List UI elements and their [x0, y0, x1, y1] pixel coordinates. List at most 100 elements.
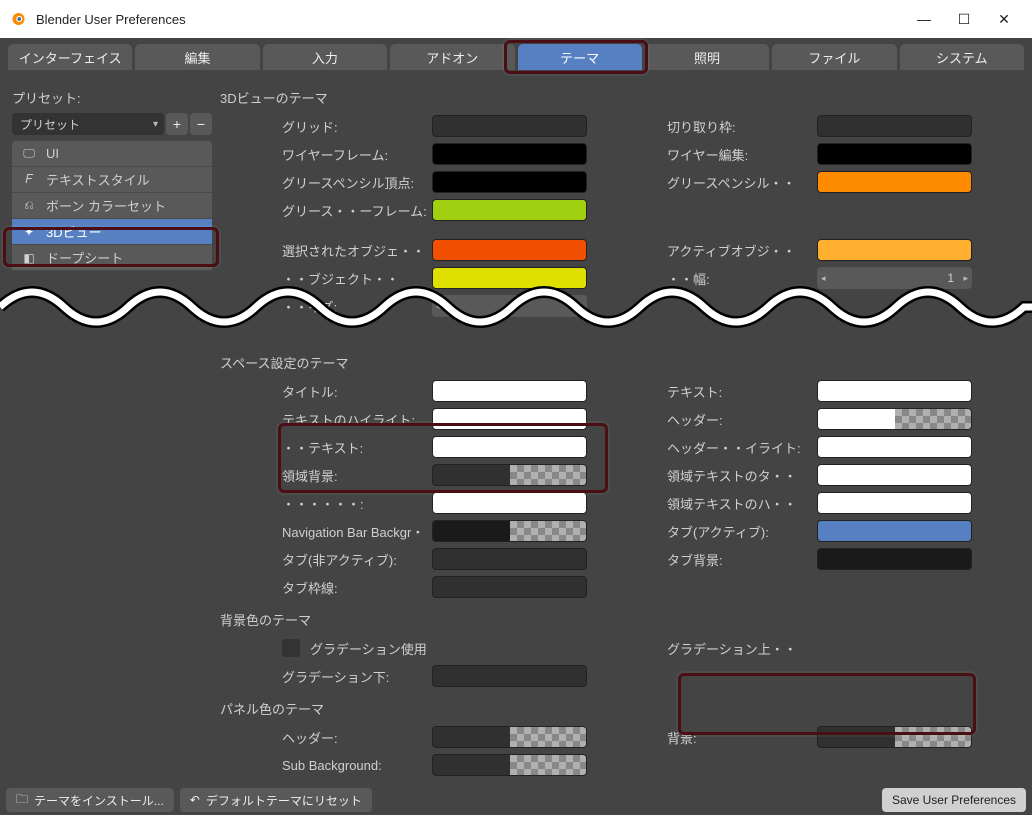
- color-swatch[interactable]: [432, 239, 587, 261]
- color-swatch[interactable]: [432, 492, 587, 514]
- setting-label: タブ背景:: [667, 550, 813, 569]
- setting-label: 切り取り枠:: [667, 117, 813, 136]
- setting-row: グリースペンシル・・: [667, 169, 1022, 195]
- category-bone-color[interactable]: ⎌ボーン カラーセット: [12, 193, 212, 219]
- section-bg-color: 背景色のテーマ: [218, 610, 1022, 629]
- setting-label: テキスト:: [667, 382, 813, 401]
- color-swatch[interactable]: [432, 464, 587, 486]
- category-ui[interactable]: 🖵UI: [12, 141, 212, 167]
- color-swatch[interactable]: [432, 143, 587, 165]
- setting-label: 背景:: [667, 728, 813, 747]
- color-swatch[interactable]: [432, 520, 587, 542]
- category-dopesheet[interactable]: ◧ドープシート: [12, 245, 212, 271]
- color-swatch[interactable]: [432, 171, 587, 193]
- window-title: Blender User Preferences: [36, 12, 904, 27]
- preset-add-button[interactable]: +: [166, 113, 188, 135]
- setting-row: ヘッダー・・イライト:: [667, 434, 1022, 460]
- tab-file[interactable]: ファイル: [772, 44, 896, 70]
- tab-input[interactable]: 入力: [263, 44, 387, 70]
- setting-label: グラデーション下:: [282, 667, 428, 686]
- setting-row: アクティブオブジ・・: [667, 237, 1022, 263]
- reset-theme-button[interactable]: ↶デフォルトテーマにリセット: [180, 788, 372, 812]
- color-swatch[interactable]: [817, 637, 972, 659]
- setting-row: テキスト:: [667, 378, 1022, 404]
- setting-row: グラデーション上・・: [667, 635, 1022, 661]
- color-swatch[interactable]: [432, 267, 587, 289]
- color-swatch[interactable]: [817, 380, 972, 402]
- setting-row: 切り取り枠:: [667, 113, 1022, 139]
- color-swatch[interactable]: [817, 548, 972, 570]
- setting-row: ・・幅:1: [667, 265, 1022, 291]
- setting-label: ヘッダー・・イライト:: [667, 438, 813, 457]
- setting-row: タブ背景:: [667, 546, 1022, 572]
- setting-row: ・・・・・・:: [282, 490, 637, 516]
- category-3d-view[interactable]: ✦3Dビュー: [12, 219, 212, 245]
- tab-themes[interactable]: テーマ: [518, 44, 642, 70]
- number-field[interactable]: 1: [817, 267, 972, 289]
- setting-row: 領域テキストのタ・・: [667, 462, 1022, 488]
- section-panel-color: パネル色のテーマ: [218, 699, 1022, 718]
- setting-row: 選択されたオブジェ・・: [282, 237, 637, 263]
- setting-label: テキストのハイライト:: [282, 410, 428, 429]
- bone-icon: ⎌: [20, 197, 38, 215]
- titlebar: Blender User Preferences — ☐ ✕: [0, 0, 1032, 38]
- setting-label: ・・ブジェクト・・: [282, 269, 428, 288]
- color-swatch[interactable]: [432, 436, 587, 458]
- color-swatch[interactable]: [817, 143, 972, 165]
- setting-label: グラデーション使用: [310, 639, 427, 658]
- color-swatch[interactable]: [817, 726, 972, 748]
- main-tabs: インターフェイス 編集 入力 アドオン テーマ 照明 ファイル システム: [0, 38, 1032, 70]
- color-swatch[interactable]: [432, 199, 587, 221]
- color-swatch[interactable]: [432, 380, 587, 402]
- setting-row: ・・イズ:: [282, 293, 637, 319]
- bottom-bar: 🗀テーマをインストール... ↶デフォルトテーマにリセット Save User …: [0, 785, 1032, 815]
- undo-icon: ↶: [190, 793, 200, 807]
- color-swatch[interactable]: [817, 408, 972, 430]
- monitor-icon: 🖵: [20, 145, 38, 163]
- setting-row: 領域テキストのハ・・: [667, 490, 1022, 516]
- color-swatch[interactable]: [817, 492, 972, 514]
- checkbox[interactable]: [282, 639, 300, 657]
- maximize-button[interactable]: ☐: [944, 4, 984, 34]
- color-swatch[interactable]: [432, 548, 587, 570]
- setting-row: グリース・・ーフレーム:: [282, 197, 637, 223]
- color-swatch[interactable]: [432, 726, 587, 748]
- preset-remove-button[interactable]: −: [190, 113, 212, 135]
- color-swatch[interactable]: [817, 171, 972, 193]
- setting-label: タブ(アクティブ):: [667, 522, 813, 541]
- category-text-style[interactable]: 𝐹テキストスタイル: [12, 167, 212, 193]
- section-space-settings: スペース設定のテーマ: [218, 353, 1022, 372]
- color-swatch[interactable]: [817, 239, 972, 261]
- setting-row: ヘッダー:: [282, 724, 637, 750]
- setting-row: グリッド:: [282, 113, 637, 139]
- tab-system[interactable]: システム: [900, 44, 1024, 70]
- color-swatch[interactable]: [432, 408, 587, 430]
- tab-addons[interactable]: アドオン: [390, 44, 514, 70]
- setting-label: ヘッダー:: [667, 410, 813, 429]
- setting-row: タブ(非アクティブ):: [282, 546, 637, 572]
- color-swatch[interactable]: [817, 115, 972, 137]
- color-swatch[interactable]: [432, 754, 587, 776]
- minimize-button[interactable]: —: [904, 4, 944, 34]
- preset-select[interactable]: プリセット: [12, 113, 164, 135]
- setting-row: Navigation Bar Backgr・・: [282, 518, 637, 544]
- setting-row: グラデーション使用: [282, 635, 637, 661]
- color-swatch[interactable]: [817, 520, 972, 542]
- color-swatch[interactable]: [432, 115, 587, 137]
- tab-lights[interactable]: 照明: [645, 44, 769, 70]
- save-prefs-button[interactable]: Save User Preferences: [882, 788, 1026, 812]
- color-swatch[interactable]: [817, 436, 972, 458]
- setting-row: グリースペンシル頂点:: [282, 169, 637, 195]
- close-button[interactable]: ✕: [984, 4, 1024, 34]
- font-icon: 𝐹: [20, 171, 38, 189]
- number-field[interactable]: [432, 295, 587, 317]
- setting-label: ・・幅:: [667, 269, 813, 288]
- tab-interface[interactable]: インターフェイス: [8, 44, 132, 70]
- color-swatch[interactable]: [432, 576, 587, 598]
- install-theme-button[interactable]: 🗀テーマをインストール...: [6, 788, 174, 812]
- color-swatch[interactable]: [817, 464, 972, 486]
- setting-row: ワイヤー編集:: [667, 141, 1022, 167]
- tab-editing[interactable]: 編集: [135, 44, 259, 70]
- color-swatch[interactable]: [432, 665, 587, 687]
- setting-label: タイトル:: [282, 382, 428, 401]
